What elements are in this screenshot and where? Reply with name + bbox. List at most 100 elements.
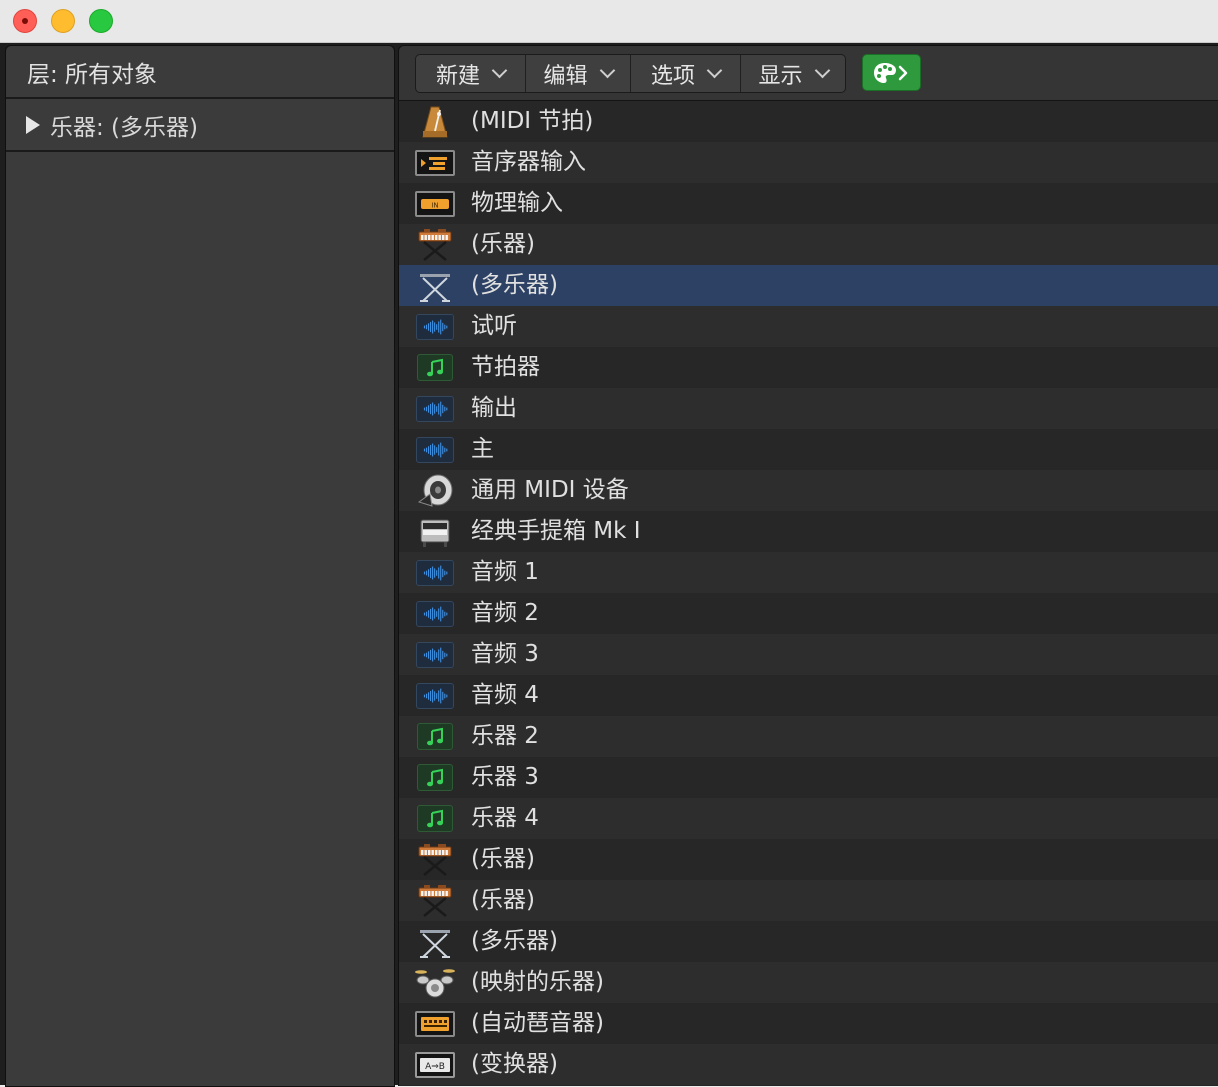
disclosure-triangle-icon[interactable] <box>26 115 40 134</box>
object-label: (变换器) <box>471 1051 558 1077</box>
object-row[interactable]: (MIDI 节拍) <box>399 101 1218 142</box>
object-row[interactable]: 主 <box>399 429 1218 470</box>
audio-waveform-icon <box>415 554 455 591</box>
drum-kit-icon <box>415 964 455 1001</box>
object-label: (映射的乐器) <box>471 969 604 995</box>
chevron-down-icon <box>706 62 723 79</box>
object-row[interactable]: (多乐器) <box>399 265 1218 306</box>
object-label: (乐器) <box>471 887 535 913</box>
audio-waveform-icon <box>415 390 455 427</box>
object-label: 音频 2 <box>471 600 539 626</box>
object-row[interactable]: (乐器) <box>399 880 1218 921</box>
object-label: (自动琶音器) <box>471 1010 604 1036</box>
object-label: 主 <box>471 436 494 462</box>
audio-waveform-icon <box>415 677 455 714</box>
keyboard-stand-icon <box>415 267 455 304</box>
object-row[interactable]: 经典手提箱 Mk I <box>399 511 1218 552</box>
physical-input-icon: IN <box>415 185 455 222</box>
object-row[interactable]: 音频 2 <box>399 593 1218 634</box>
toolbar: 新建 编辑 选项 显示 <box>399 46 1218 101</box>
view-menu[interactable]: 显示 <box>741 55 845 92</box>
keyboard-instrument-icon <box>415 882 455 919</box>
speaker-icon <box>415 472 455 509</box>
object-row[interactable]: 节拍器 <box>399 347 1218 388</box>
object-label: 乐器 4 <box>471 805 539 831</box>
object-row[interactable]: (多乐器) <box>399 921 1218 962</box>
electric-piano-icon <box>415 513 455 550</box>
object-row[interactable]: (自动琶音器) <box>399 1003 1218 1044</box>
object-row[interactable]: (乐器) <box>399 839 1218 880</box>
chevron-down-icon <box>599 62 615 79</box>
object-row[interactable]: IN 物理输入 <box>399 183 1218 224</box>
keyboard-instrument-icon <box>415 841 455 878</box>
object-label: 通用 MIDI 设备 <box>471 477 629 503</box>
audio-waveform-icon <box>415 431 455 468</box>
object-label: 物理输入 <box>471 190 563 216</box>
chevron-down-icon <box>814 62 830 79</box>
object-row[interactable]: 音频 4 <box>399 675 1218 716</box>
minimize-button[interactable] <box>51 9 75 33</box>
edit-menu-label: 编辑 <box>543 63 588 89</box>
object-row[interactable]: 输出 <box>399 388 1218 429</box>
options-menu-label: 选项 <box>650 63 695 89</box>
object-row[interactable]: 通用 MIDI 设备 <box>399 470 1218 511</box>
edit-menu[interactable]: 编辑 <box>526 55 631 92</box>
music-note-icon <box>415 718 455 755</box>
transformer-icon: A⇒B <box>415 1046 455 1083</box>
title-bar <box>0 0 1218 43</box>
arpeggiator-icon <box>415 1005 455 1042</box>
object-label: (MIDI 节拍) <box>471 108 594 134</box>
object-row[interactable]: 音频 3 <box>399 634 1218 675</box>
object-row[interactable]: 乐器 4 <box>399 798 1218 839</box>
window-body: 层: 所有对象 乐器: (多乐器) 新建 编辑 选项 显示 (MIDI 节拍) … <box>0 43 1218 1087</box>
object-row[interactable]: 乐器 2 <box>399 716 1218 757</box>
object-label: 经典手提箱 Mk I <box>471 518 641 544</box>
object-label: (乐器) <box>471 231 535 257</box>
metronome-icon <box>415 103 455 140</box>
palette-icon <box>873 62 907 83</box>
menu-bar: 新建 编辑 选项 显示 <box>415 54 846 93</box>
layer-item-instrument[interactable]: 乐器: (多乐器) <box>6 99 394 152</box>
music-note-icon <box>415 349 455 386</box>
view-menu-label: 显示 <box>758 63 803 89</box>
palette-button[interactable] <box>862 54 921 91</box>
layer-header[interactable]: 层: 所有对象 <box>6 46 394 99</box>
object-label: 乐器 3 <box>471 764 539 790</box>
object-row[interactable]: (映射的乐器) <box>399 962 1218 1003</box>
chevron-down-icon <box>491 62 508 79</box>
object-label: 节拍器 <box>471 354 540 380</box>
music-note-icon <box>415 800 455 837</box>
keyboard-instrument-icon <box>415 226 455 263</box>
object-label: (多乐器) <box>471 272 558 298</box>
object-label: (多乐器) <box>471 928 558 954</box>
object-row[interactable]: 试听 <box>399 306 1218 347</box>
object-label: 音序器输入 <box>471 149 586 175</box>
object-row[interactable]: 音序器输入 <box>399 142 1218 183</box>
layer-item-label: 乐器: (多乐器) <box>50 114 199 141</box>
object-list-pane: 新建 编辑 选项 显示 (MIDI 节拍) 音序器输入 IN 物理输入 (乐器)… <box>398 45 1218 1086</box>
layer-header-label: 层: 所有对象 <box>27 61 158 88</box>
object-label: 音频 3 <box>471 641 539 667</box>
zoom-button[interactable] <box>89 9 113 33</box>
audio-waveform-icon <box>415 308 455 345</box>
object-row[interactable]: A⇒B (变换器) <box>399 1044 1218 1085</box>
sequencer-input-icon <box>415 144 455 181</box>
options-menu[interactable]: 选项 <box>631 55 741 92</box>
new-menu[interactable]: 新建 <box>416 55 526 92</box>
audio-waveform-icon <box>415 636 455 673</box>
object-label: (乐器) <box>471 846 535 872</box>
object-label: 音频 1 <box>471 559 539 585</box>
music-note-icon <box>415 759 455 796</box>
object-row[interactable]: (乐器) <box>399 224 1218 265</box>
object-row[interactable]: 乐器 3 <box>399 757 1218 798</box>
close-button[interactable] <box>13 9 37 33</box>
object-label: 试听 <box>471 313 517 339</box>
object-label: 输出 <box>471 395 517 421</box>
svg-text:IN: IN <box>431 201 438 209</box>
keyboard-stand-icon <box>415 923 455 960</box>
new-menu-label: 新建 <box>435 63 480 89</box>
svg-text:A⇒B: A⇒B <box>425 1062 445 1072</box>
object-label: 乐器 2 <box>471 723 539 749</box>
object-row[interactable]: 音频 1 <box>399 552 1218 593</box>
layer-pane: 层: 所有对象 乐器: (多乐器) <box>5 45 395 1087</box>
